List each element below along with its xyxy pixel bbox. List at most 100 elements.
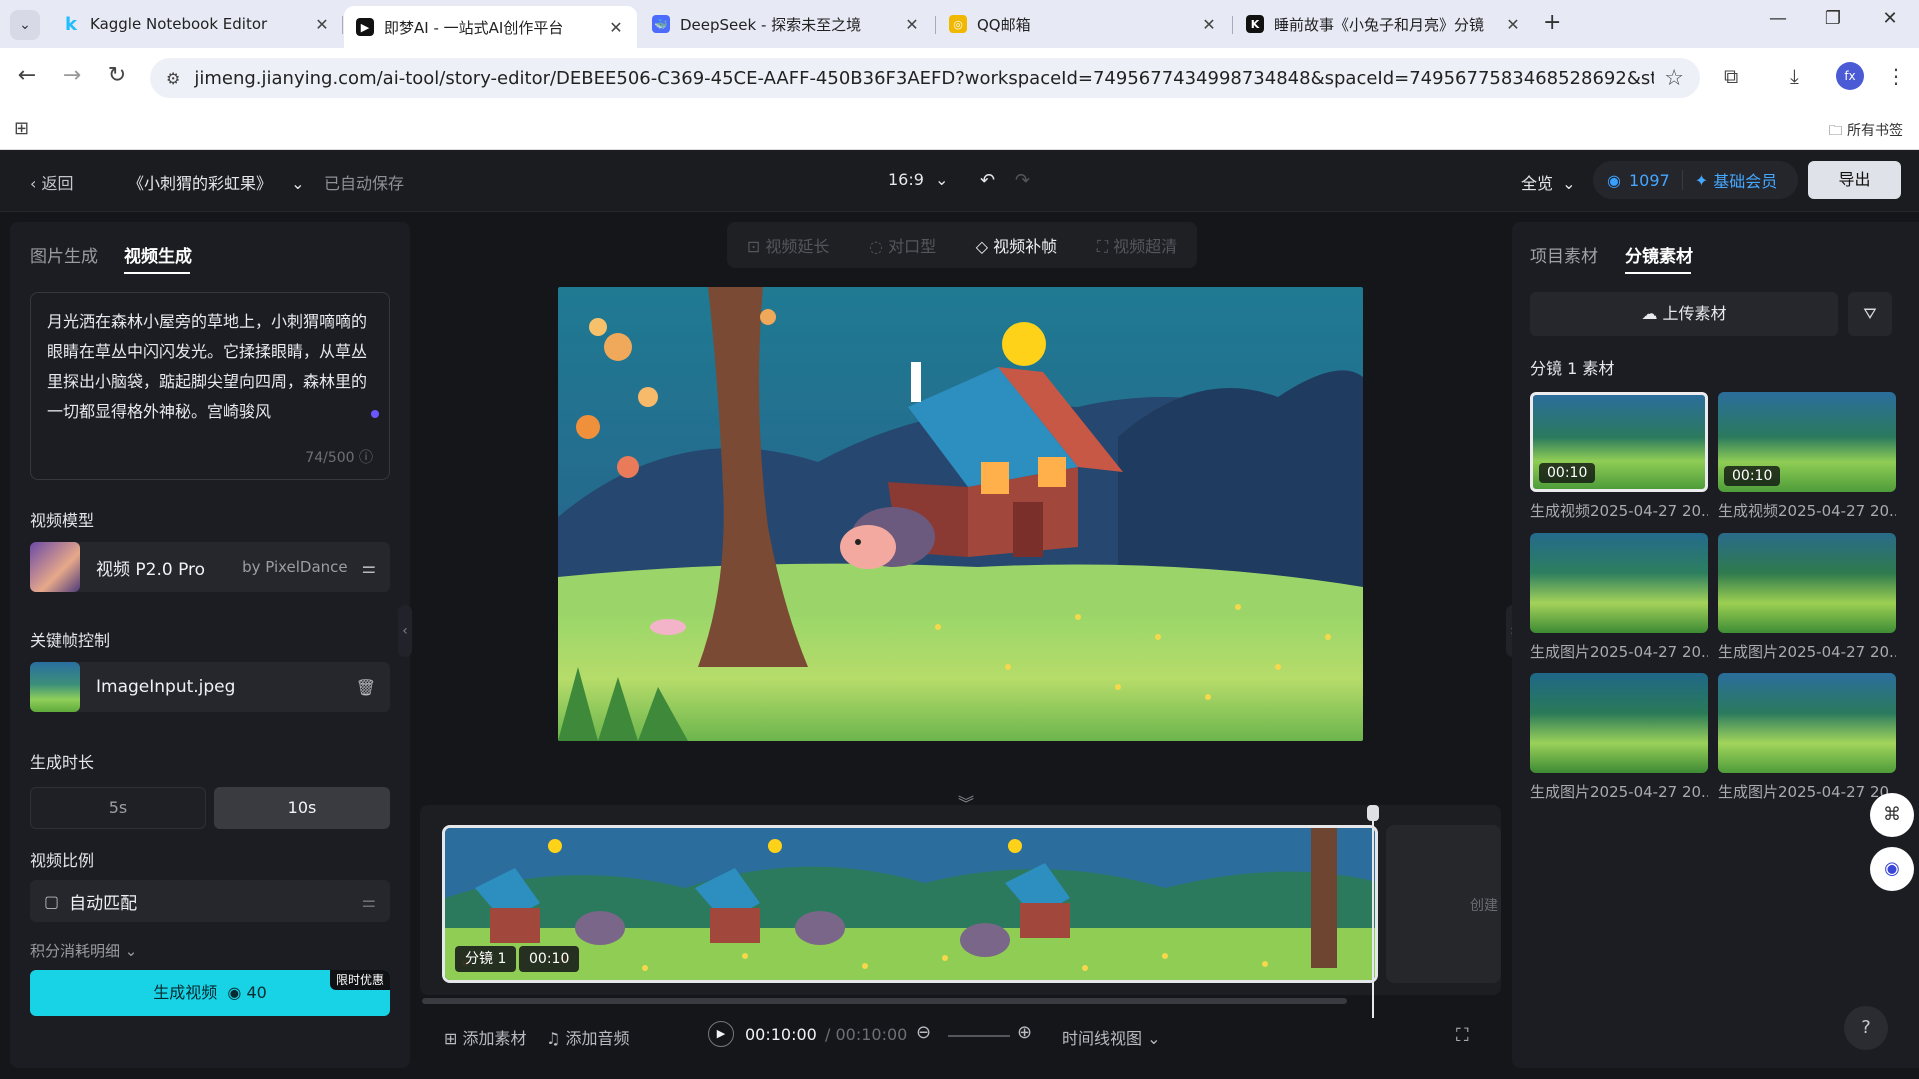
profile-avatar[interactable]: fx: [1836, 62, 1864, 90]
browser-tab-story[interactable]: K 睡前故事《小兔子和月亮》分镜 ✕: [1234, 7, 1534, 41]
duration-5s-button[interactable]: 5s: [30, 787, 206, 829]
prompt-char-count: 74/500 ⓘ: [305, 450, 373, 466]
playhead-handle[interactable]: [1367, 805, 1379, 821]
tab-search-dropdown[interactable]: ⌄: [10, 10, 40, 40]
tab-close-icon[interactable]: ✕: [313, 15, 331, 34]
tab-close-icon[interactable]: ✕: [1200, 15, 1218, 34]
menu-kebab-icon[interactable]: ⋮: [1886, 64, 1906, 88]
prompt-text[interactable]: 月光洒在森林小屋旁的草地上，小刺猬嘀嘀的眼睛在草丛中闪闪发光。它揉揉眼睛，从草丛…: [47, 307, 373, 427]
generate-video-button[interactable]: 生成视频 ◉ 40 限时优惠: [30, 970, 390, 1016]
tab-title: DeepSeek - 探索未至之境: [680, 15, 862, 34]
back-arrow-icon[interactable]: ←: [12, 63, 42, 88]
download-icon[interactable]: ⤓: [1790, 64, 1799, 88]
settings-sliders-icon[interactable]: ⚌: [362, 892, 376, 911]
asset-card[interactable]: 生成图片2025-04-27 20...: [1530, 533, 1708, 662]
bookmark-star-icon[interactable]: ☆: [1664, 66, 1684, 91]
upload-material-button[interactable]: ☁ 上传素材: [1530, 292, 1838, 336]
url-text[interactable]: jimeng.jianying.com/ai-tool/story-editor…: [194, 68, 1654, 89]
add-material-button[interactable]: ⊞ 添加素材: [444, 1025, 527, 1049]
asset-caption: 生成图片2025-04-27 20...: [1718, 783, 1896, 801]
tool-video-extend[interactable]: ⊡ 视频延长: [747, 233, 830, 257]
tab-image-generation[interactable]: 图片生成: [30, 242, 98, 267]
model-selector[interactable]: 视频 P2.0 Pro by PixelDance ⚌: [30, 542, 390, 592]
cost-detail-toggle[interactable]: 积分消耗明细 ⌄: [30, 940, 137, 961]
create-shot-slot[interactable]: 创建: [1386, 825, 1501, 983]
undo-icon[interactable]: ↶: [980, 170, 995, 191]
site-info-icon[interactable]: ⚙: [166, 69, 180, 88]
back-button[interactable]: ‹ 返回: [30, 170, 74, 194]
maximize-icon[interactable]: ❐: [1813, 8, 1853, 29]
apps-grid-icon[interactable]: ⊞: [14, 118, 29, 139]
tool-frame-interpolation[interactable]: ◇ 视频补帧: [976, 233, 1057, 257]
asset-card[interactable]: 00:10 生成视频2025-04-27 20...: [1530, 392, 1708, 521]
shortcut-command-icon[interactable]: ⌘: [1870, 793, 1914, 837]
tool-lip-sync[interactable]: ◌ 对口型: [869, 233, 936, 257]
tab-close-icon[interactable]: ✕: [607, 18, 625, 37]
add-audio-button[interactable]: ♫ 添加音频: [546, 1025, 629, 1049]
view-mode-dropdown[interactable]: 全览 ⌄: [1521, 170, 1576, 194]
new-tab-button[interactable]: +: [1543, 10, 1561, 35]
browser-tab-jimeng[interactable]: ▶ 即梦AI - 一站式AI创作平台 ✕: [344, 6, 637, 48]
credits-badge[interactable]: ◉ 1097 ✦ 基础会员: [1593, 161, 1798, 199]
browser-tab-deepseek[interactable]: 🐳 DeepSeek - 探索未至之境 ✕: [640, 7, 933, 41]
settings-sliders-icon[interactable]: ⚌: [362, 558, 376, 577]
asset-card[interactable]: 生成图片2025-04-27 20...: [1530, 673, 1708, 802]
tab-title: 睡前故事《小兔子和月亮》分镜: [1274, 15, 1485, 34]
tab-close-icon[interactable]: ✕: [903, 15, 921, 34]
upscale-icon: ⛶: [1096, 237, 1114, 256]
filter-icon[interactable]: ⛛: [1848, 292, 1892, 336]
minimize-icon[interactable]: —: [1758, 8, 1798, 29]
zoom-slider[interactable]: [948, 1035, 1010, 1037]
asset-thumbnail: 00:10: [1530, 392, 1708, 492]
editor-topbar: ‹ 返回 《小刺猬的彩虹果》 ⌄ 已自动保存 16:9 ⌄ ↶ ↷ 全览 ⌄ ◉…: [0, 150, 1919, 212]
duration-section-label: 生成时长: [30, 753, 95, 772]
tab-shot-assets[interactable]: 分镜素材: [1625, 242, 1693, 267]
ai-assist-dot-icon[interactable]: [371, 410, 379, 418]
tab-close-icon[interactable]: ✕: [1504, 15, 1522, 34]
fullscreen-icon[interactable]: ⛶: [1456, 1025, 1469, 1046]
help-question-icon[interactable]: ?: [1844, 1006, 1888, 1050]
asset-thumbnail: [1530, 533, 1708, 633]
aspect-ratio-dropdown[interactable]: 16:9 ⌄: [888, 170, 948, 189]
ratio-selector[interactable]: ▢ 自动匹配 ⚌: [30, 880, 390, 922]
jimeng-favicon-icon: ▶: [356, 18, 374, 36]
back-label: 返回: [41, 174, 74, 193]
aspect-ratio-value: 16:9: [888, 170, 924, 189]
zoom-in-icon[interactable]: ⊕: [1017, 1022, 1032, 1043]
extensions-icon[interactable]: ⧉: [1724, 64, 1738, 88]
browser-tab-qqmail[interactable]: ◎ QQ邮箱 ✕: [937, 7, 1230, 41]
all-bookmarks-button[interactable]: 🗀 所有书签: [1829, 120, 1903, 144]
ai-assistant-icon[interactable]: ◉: [1870, 847, 1914, 891]
timeline-scrollbar[interactable]: [422, 998, 1347, 1004]
keyframe-image-row[interactable]: ImageInput.jpeg 🗑: [30, 662, 390, 712]
export-button[interactable]: 导出: [1808, 161, 1901, 199]
tool-video-upscale[interactable]: ⛶ 视频超清: [1097, 233, 1177, 257]
chevron-down-icon: ⌄: [1147, 1029, 1161, 1048]
kaggle-favicon-icon: k: [65, 13, 77, 35]
browser-tab-kaggle[interactable]: k Kaggle Notebook Editor ✕: [50, 7, 343, 41]
asset-card[interactable]: 00:10 生成视频2025-04-27 20...: [1718, 392, 1896, 521]
zoom-out-icon[interactable]: ⊖: [916, 1022, 931, 1043]
project-title-dropdown[interactable]: 《小刺猬的彩虹果》 ⌄: [128, 170, 305, 194]
left-generation-panel: 图片生成 视频生成 月光洒在森林小屋旁的草地上，小刺猬嘀嘀的眼睛在草丛中闪闪发光…: [10, 222, 410, 1068]
timeline-clip-1[interactable]: 分镜 1 00:10: [442, 825, 1378, 983]
redo-icon[interactable]: ↷: [1015, 170, 1030, 191]
tab-title: QQ邮箱: [977, 15, 1031, 34]
duration-10s-button[interactable]: 10s: [214, 787, 390, 829]
reload-icon[interactable]: ↻: [102, 63, 132, 88]
forward-arrow-icon[interactable]: →: [57, 63, 87, 88]
omnibox[interactable]: ⚙ jimeng.jianying.com/ai-tool/story-edit…: [150, 58, 1700, 98]
story-favicon-icon: K: [1246, 15, 1264, 33]
tab-project-assets[interactable]: 项目素材: [1530, 242, 1598, 267]
trash-icon[interactable]: 🗑: [356, 678, 376, 697]
prompt-textarea[interactable]: 月光洒在森林小屋旁的草地上，小刺猬嘀嘀的眼睛在草丛中闪闪发光。它揉揉眼睛，从草丛…: [30, 292, 390, 480]
collapse-left-panel-icon[interactable]: ‹: [398, 605, 412, 657]
asset-card[interactable]: 生成图片2025-04-27 20...: [1718, 673, 1896, 802]
tab-video-generation[interactable]: 视频生成: [124, 242, 192, 267]
playhead[interactable]: [1372, 810, 1374, 1018]
video-preview[interactable]: [558, 287, 1363, 741]
asset-card[interactable]: 生成图片2025-04-27 20...: [1718, 533, 1896, 662]
play-icon[interactable]: ▶: [708, 1021, 734, 1047]
close-window-icon[interactable]: ✕: [1870, 8, 1910, 29]
timeline-view-dropdown[interactable]: 时间线视图 ⌄: [1062, 1025, 1161, 1049]
